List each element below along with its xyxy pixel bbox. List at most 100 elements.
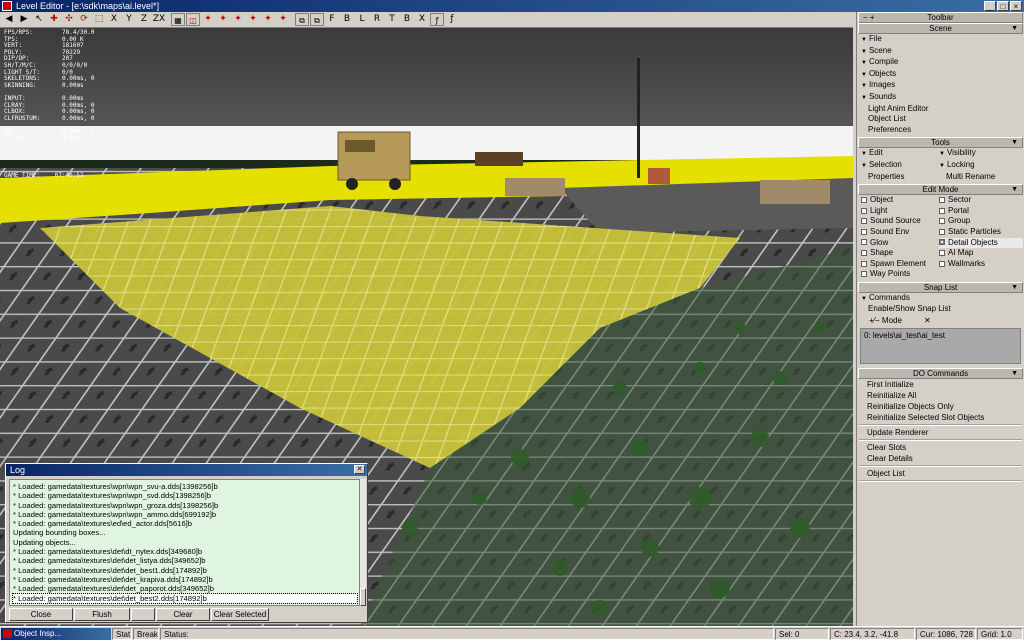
close-button[interactable]: × <box>1010 1 1022 11</box>
clear-details-command[interactable]: Clear Details <box>857 453 1024 464</box>
camera-fly-icon[interactable]: ƒ <box>445 13 459 26</box>
first-initialize-command[interactable]: First Initialize <box>857 379 1024 390</box>
log-close-button[interactable]: Close <box>9 608 73 621</box>
tools-header[interactable]: Tools ▼ <box>858 137 1023 149</box>
snap-scale-icon[interactable]: ✦ <box>276 13 290 26</box>
tools-properties[interactable]: Properties <box>861 172 939 183</box>
mode-shape[interactable]: Shape <box>861 248 939 259</box>
clear-slots-command[interactable]: Clear Slots <box>857 442 1024 453</box>
do-commands-header[interactable]: DO Commands ▼ <box>858 368 1023 380</box>
log-line[interactable]: * Loaded: gamedata\textures\det\det_best… <box>13 566 357 575</box>
tools-multi-rename[interactable]: Multi Rename <box>939 172 1023 183</box>
view-right-button[interactable]: R <box>370 13 384 26</box>
tools-locking[interactable]: ▼ Locking <box>939 160 1023 172</box>
scene-header[interactable]: Scene ▼ <box>858 23 1023 34</box>
update-renderer-command[interactable]: Update Renderer <box>857 427 1024 438</box>
mode-light[interactable]: Light <box>861 206 939 217</box>
snap-list-box[interactable]: 0: levels\ai_test\ai_test <box>860 328 1021 365</box>
pointer-icon[interactable]: ↖ <box>32 13 46 26</box>
axis-zx-button[interactable]: ZX <box>152 13 166 26</box>
axis-z-button[interactable]: Z <box>137 13 151 26</box>
log-flush-button[interactable]: Flush <box>74 608 130 621</box>
tools-visibility[interactable]: ▼ Visibility <box>939 148 1023 160</box>
log-line[interactable]: * Loaded: gamedata\textures\ed\ed_actor.… <box>13 519 357 528</box>
snap-mode[interactable]: +⁄− Mode <box>869 315 902 326</box>
view-reset-button[interactable]: X <box>415 13 429 26</box>
mode-ai-map[interactable]: AI Map <box>939 248 1023 259</box>
toolbar-header[interactable]: − + Toolbar <box>858 12 1023 23</box>
light-anim-editor-item[interactable]: Light Anim Editor <box>857 104 1024 115</box>
snap-remove-icon[interactable]: ✕ <box>924 315 931 326</box>
object-inspector-task[interactable]: Object Insp... <box>1 628 111 640</box>
magnet-icon[interactable]: ✦ <box>201 13 215 26</box>
snap-move-icon[interactable]: ✦ <box>261 13 275 26</box>
scene-objects-item[interactable]: ▼ Objects <box>857 69 1024 81</box>
axis-y-button[interactable]: Y <box>122 13 136 26</box>
scene-scene-item[interactable]: ▼ Scene <box>857 46 1024 58</box>
editmode-header[interactable]: Edit Mode ▼ <box>858 184 1023 196</box>
mode-wallmarks[interactable]: Wallmarks <box>939 259 1023 270</box>
tools-selection[interactable]: ▼ Selection <box>861 160 939 172</box>
reinitialize-objects-command[interactable]: Reinitialize Objects Only <box>857 401 1024 412</box>
mode-static-particles[interactable]: Static Particles <box>939 227 1023 238</box>
log-line[interactable]: * Loaded: gamedata\textures\det\dt_nytex… <box>13 547 357 556</box>
view-top-button[interactable]: T <box>385 13 399 26</box>
zoom-extent-icon[interactable]: ⧉ <box>295 13 309 26</box>
axis-x-button[interactable]: X <box>107 13 121 26</box>
arrow-left-icon[interactable]: ◀ <box>2 13 16 26</box>
scene-compile-item[interactable]: ▼ Compile <box>857 57 1024 69</box>
log-window[interactable]: Log ✕ * Loaded: gamedata\textures\wpn\wp… <box>5 463 368 623</box>
log-line[interactable]: * Loaded: gamedata\textures\det\det_list… <box>13 556 357 565</box>
log-clear-button[interactable]: Clear <box>156 608 210 621</box>
mode-sound-env[interactable]: Sound Env <box>861 227 939 238</box>
minimize-button[interactable]: _ <box>984 1 996 11</box>
log-line[interactable]: * Loaded: gamedata\textures\det\det_krap… <box>13 575 357 584</box>
rotate-icon[interactable]: ⟳ <box>77 13 91 26</box>
scene-images-item[interactable]: ▼ Images <box>857 80 1024 92</box>
move-icon[interactable]: ✣ <box>62 13 76 26</box>
snap-enable-toggle[interactable]: Enable/Show Snap List <box>857 304 1024 315</box>
snaplist-header[interactable]: Snap List ▼ <box>858 281 1023 293</box>
zoom-selected-icon[interactable]: ⧉ <box>310 13 324 26</box>
grid-icon[interactable]: ▦ <box>171 13 185 26</box>
snap-icon[interactable]: ◫ <box>186 13 200 26</box>
maximize-button[interactable]: □ <box>997 1 1009 11</box>
reinitialize-selected-command[interactable]: Reinitialize Selected Slot Objects <box>857 412 1024 423</box>
log-line[interactable]: * Loaded: gamedata\textures\det\det_papo… <box>13 584 357 593</box>
view-back-button[interactable]: B <box>340 13 354 26</box>
log-close-icon[interactable]: ✕ <box>354 465 365 474</box>
log-line[interactable]: Updating bounding boxes... <box>13 528 357 537</box>
mode-way-points[interactable]: Way Points <box>861 269 939 280</box>
scale-icon[interactable]: ⬚ <box>92 13 106 26</box>
mode-object[interactable]: Object <box>861 195 939 206</box>
log-line[interactable]: * Loaded: gamedata\textures\wpn\wpn_ammo… <box>13 510 357 519</box>
add-icon[interactable]: ✚ <box>47 13 61 26</box>
stat-button[interactable]: Stat <box>112 628 132 640</box>
do-object-list-command[interactable]: Object List <box>857 468 1024 479</box>
snap-commands[interactable]: ▼ Commands <box>857 293 1024 305</box>
mode-detail-objects[interactable]: Detail Objects <box>939 237 1023 249</box>
snap-entry[interactable]: 0: levels\ai_test\ai_test <box>864 331 945 340</box>
log-list[interactable]: * Loaded: gamedata\textures\wpn\wpn_svu-… <box>9 479 361 606</box>
object-list-item[interactable]: Object List <box>857 114 1024 125</box>
log-line-selected[interactable]: * Loaded: gamedata\textures\det\det_best… <box>12 592 358 604</box>
log-line[interactable]: * Loaded: gamedata\textures\wpn\wpn_svu-… <box>13 482 357 491</box>
tools-edit[interactable]: ▼ Edit <box>861 148 939 160</box>
camera-mode-icon[interactable]: ƒ <box>430 13 444 26</box>
snap-angle-icon[interactable]: ✦ <box>246 13 260 26</box>
break-button[interactable]: Break <box>133 628 159 640</box>
mode-sound-source[interactable]: Sound Source <box>861 216 939 227</box>
log-title-bar[interactable]: Log ✕ <box>6 464 367 476</box>
log-clear-selected-button[interactable]: Clear Selected <box>211 608 269 621</box>
preferences-item[interactable]: Preferences <box>857 125 1024 136</box>
snap-object-icon[interactable]: ✦ <box>216 13 230 26</box>
mode-sector[interactable]: Sector <box>939 195 1023 206</box>
arrow-right-icon[interactable]: ▶ <box>17 13 31 26</box>
scroll-thumb[interactable] <box>360 588 366 606</box>
log-line[interactable]: Updating objects... <box>13 538 357 547</box>
view-left-button[interactable]: L <box>355 13 369 26</box>
mode-portal[interactable]: Portal <box>939 206 1023 217</box>
log-line[interactable]: * Loaded: gamedata\textures\wpn\wpn_groz… <box>13 501 357 510</box>
log-scrollbar[interactable] <box>359 479 366 606</box>
view-front-button[interactable]: F <box>325 13 339 26</box>
